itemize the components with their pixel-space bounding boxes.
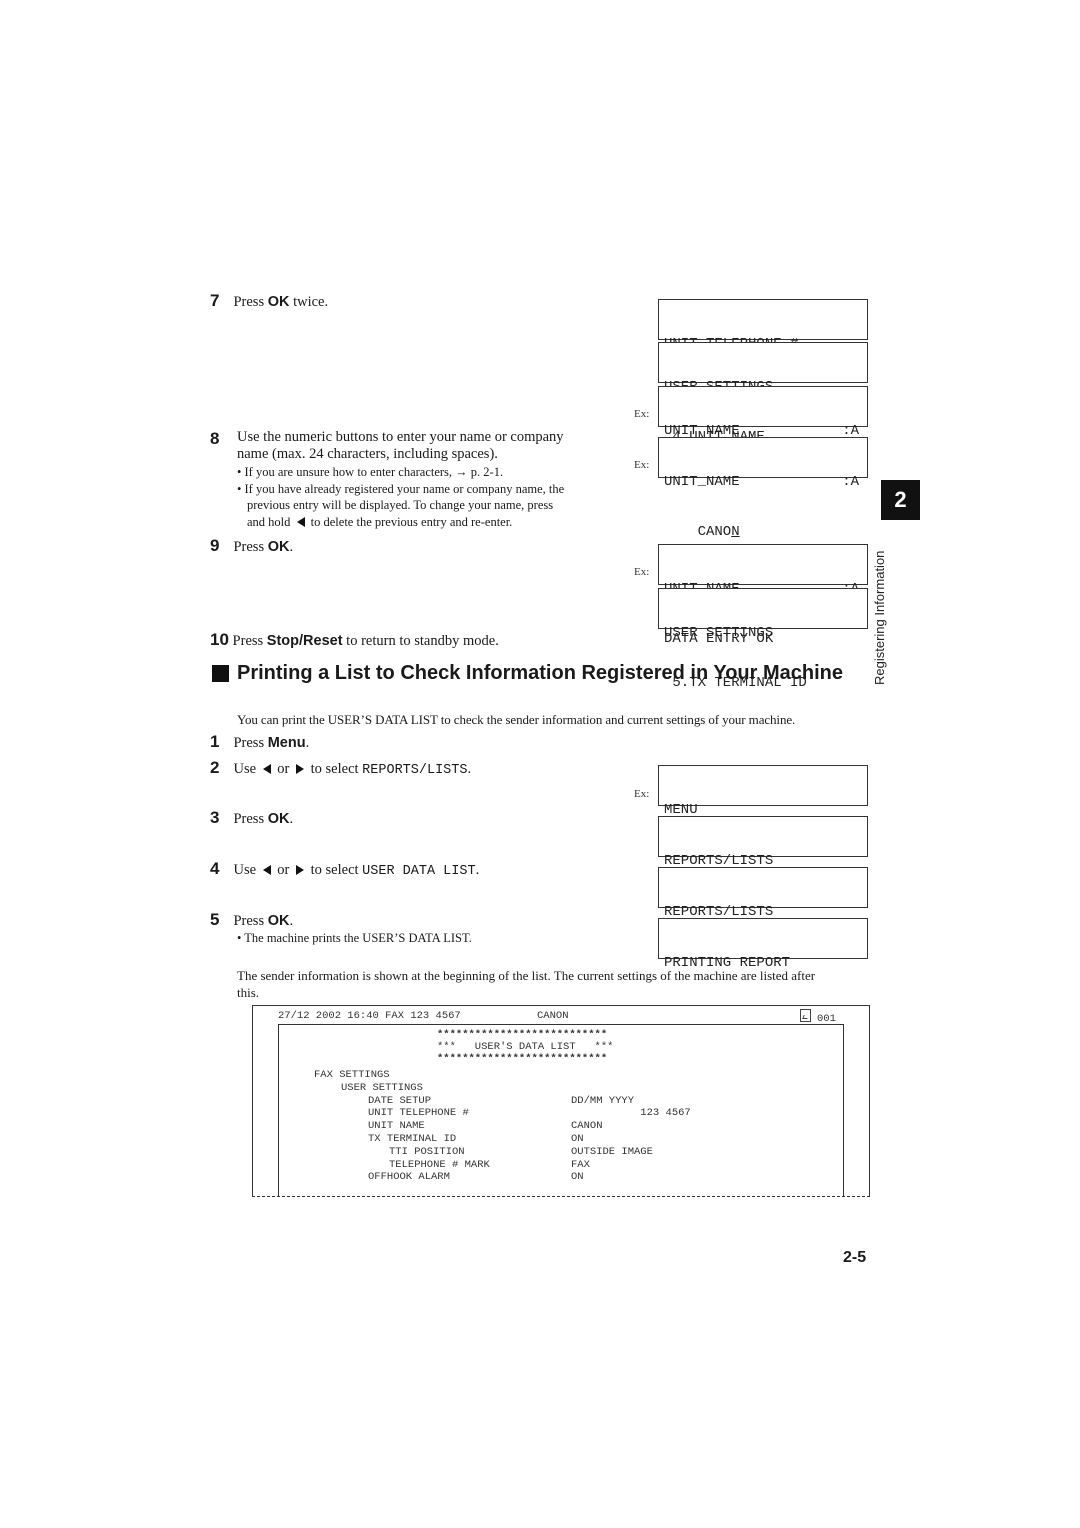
section-heading: Printing a List to Check Information Reg… xyxy=(237,662,844,684)
step-number: 10 xyxy=(210,630,229,649)
step-3: 3 Press OK. xyxy=(210,808,293,828)
lcd-display: REPORTS/LISTS 3.USER DATA LIST xyxy=(658,867,868,937)
code-text: USER DATA LIST xyxy=(362,864,476,879)
step-4: 4 Use or to select USER DATA LIST. xyxy=(210,859,479,879)
bullet-note: • If you are unsure how to enter charact… xyxy=(237,465,504,479)
lcd-display: PRINTING REPORT xyxy=(658,918,868,971)
chapter-side-label: Registering Information xyxy=(872,550,887,685)
key-stop-reset: Stop/Reset xyxy=(266,633,343,649)
step-text: Use or to select REPORTS/LISTS. xyxy=(233,761,472,778)
report-row-label: TELEPHONE # MARK xyxy=(389,1158,490,1171)
step-text-line: Use the numeric buttons to enter your na… xyxy=(237,429,564,445)
lcd-display: UNIT TELEPHONE # DATA ENTRY OK xyxy=(658,299,868,402)
step-text: Press OK twice. xyxy=(233,294,329,310)
report-row-label: USER SETTINGS xyxy=(341,1081,423,1094)
report-banner-bottom: *************************** xyxy=(437,1053,608,1065)
step-9: 9 Press OK. xyxy=(210,536,293,556)
report-sample: 27/12 2002 16:40 FAX 123 4567 CANON 001 … xyxy=(252,1005,870,1197)
bullet-note: • The machine prints the USER’S DATA LIS… xyxy=(237,931,472,945)
report-row-label: UNIT TELEPHONE # xyxy=(368,1107,469,1120)
report-row-label: TTI POSITION xyxy=(389,1145,465,1158)
step-number: 3 xyxy=(210,808,220,827)
step-number: 9 xyxy=(210,536,220,555)
step-number: 5 xyxy=(210,910,220,929)
report-row-value: FAX xyxy=(571,1158,590,1171)
key-ok: OK xyxy=(267,294,290,310)
report-row-value: 123 4567 xyxy=(571,1107,691,1120)
report-row-value: ON xyxy=(571,1171,584,1184)
report-row-value: ON xyxy=(571,1133,584,1145)
step-number: 4 xyxy=(210,859,220,878)
right-arrow-icon xyxy=(296,764,304,774)
right-arrow-icon xyxy=(296,865,304,875)
step-text: Press OK. xyxy=(233,539,294,555)
step-5: 5 Press OK. • The machine prints the USE… xyxy=(210,910,472,947)
heading-bullet-icon xyxy=(212,665,229,682)
step-text: Press Menu. xyxy=(233,735,310,751)
report-banner-title: *** USER'S DATA LIST *** xyxy=(437,1041,614,1053)
report-header: 27/12 2002 16:40 FAX 123 4567 xyxy=(278,1010,461,1022)
lcd-display: UNIT NAME:A _ xyxy=(658,386,868,489)
example-label: Ex: xyxy=(634,408,650,420)
chapter-tab: 2 xyxy=(881,480,920,520)
left-arrow-icon xyxy=(262,865,271,875)
step-8: 8 Use the numeric buttons to enter your … xyxy=(210,429,620,530)
step-text: Press OK. xyxy=(233,811,294,827)
step-number: 8 xyxy=(210,429,220,448)
bullet-note-cont: and hold to delete the previous entry an… xyxy=(247,514,513,529)
lcd-display: USER SETTINGS 4.UNIT NAME xyxy=(658,342,868,445)
bullet-note: • If you have already registered your na… xyxy=(237,481,565,496)
step-number: 2 xyxy=(210,758,220,777)
section-intro: You can print the USER’S DATA LIST to ch… xyxy=(237,712,796,727)
example-label: Ex: xyxy=(634,566,650,578)
report-row-label: OFFHOOK ALARM xyxy=(368,1171,450,1184)
lcd-display: REPORTS/LISTS 1.ACTIVITY REPORT xyxy=(658,816,868,886)
step-7: 7 Press OK twice. xyxy=(210,291,328,311)
key-ok: OK xyxy=(267,539,290,555)
report-torn-edge xyxy=(252,1196,870,1197)
key-ok: OK xyxy=(267,811,290,827)
lcd-display: MENU 3.REPORTS/LISTS xyxy=(658,765,868,835)
key-menu: Menu xyxy=(267,735,306,751)
step-2: 2 Use or to select REPORTS/LISTS. xyxy=(210,758,471,778)
step-10: 10 Press Stop/Reset to return to standby… xyxy=(210,630,499,650)
report-row-label: TX TERMINAL ID xyxy=(368,1133,457,1145)
page-icon xyxy=(800,1009,811,1022)
step-text-line: name (max. 24 characters, including spac… xyxy=(237,446,498,462)
step-text: Press OK. xyxy=(233,913,294,929)
report-row-value: DD/MM YYYY xyxy=(571,1094,635,1107)
left-arrow-icon xyxy=(262,764,271,774)
lcd-display: USER SETTINGS 5.TX TERMINAL ID xyxy=(658,588,868,691)
lcd-display: UNIT NAME:A CANON xyxy=(658,437,868,540)
step-number: 1 xyxy=(210,732,220,751)
bullet-note-cont: previous entry will be displayed. To cha… xyxy=(247,498,554,512)
report-row-label: DATE SETUP xyxy=(368,1094,432,1107)
key-ok: OK xyxy=(267,913,290,929)
step-text: Use or to select USER DATA LIST. xyxy=(233,862,480,879)
report-row-label: FAX SETTINGS xyxy=(314,1069,390,1081)
report-row-label: UNIT NAME xyxy=(368,1120,425,1133)
note-paragraph: The sender information is shown at the b… xyxy=(237,968,816,1000)
report-header-name: CANON xyxy=(537,1010,569,1022)
example-label: Ex: xyxy=(634,788,650,800)
step-1: 1 Press Menu. xyxy=(210,732,309,752)
left-arrow-icon xyxy=(296,516,305,527)
page-number: 2-5 xyxy=(843,1249,867,1266)
report-row-value: OUTSIDE IMAGE xyxy=(571,1145,653,1158)
step-number: 7 xyxy=(210,291,220,310)
code-text: REPORTS/LISTS xyxy=(362,763,468,778)
step-text: Press Stop/Reset to return to standby mo… xyxy=(228,633,499,649)
lcd-display: UNIT NAME:A DATA ENTRY OK xyxy=(658,544,868,647)
report-row-value: CANON xyxy=(571,1120,603,1133)
report-page: 001 xyxy=(800,1009,836,1026)
report-banner-top: *************************** xyxy=(437,1029,608,1041)
lcd-cursor: N xyxy=(731,523,740,540)
example-label: Ex: xyxy=(634,459,650,471)
